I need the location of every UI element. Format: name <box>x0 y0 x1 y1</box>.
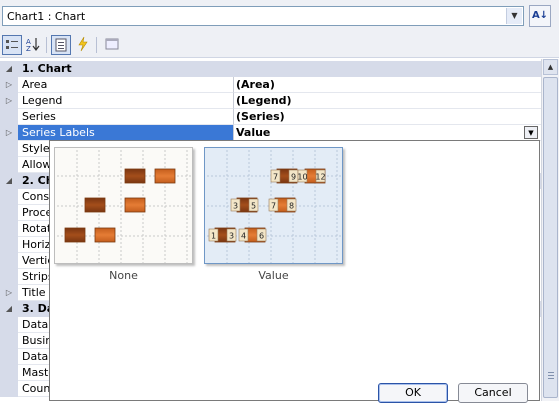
property-row-series[interactable]: Series (Series) <box>0 109 543 125</box>
series-labels-dropdown: 7 9 10 12 3 5 7 8 1 3 4 6 None Value OK Cancel <box>49 140 540 403</box>
events-icon[interactable] <box>73 35 93 55</box>
expand-icon[interactable]: ▷ <box>0 285 18 301</box>
value-label-text: 12 <box>315 173 325 182</box>
collapse-icon[interactable]: ◢ <box>0 61 18 77</box>
row-gutter <box>0 381 18 397</box>
property-row-legend[interactable]: ▷ Legend (Legend) <box>0 93 543 109</box>
categorized-icon[interactable] <box>2 35 22 55</box>
value-label-text: 7 <box>273 173 278 182</box>
preview-bar <box>154 168 176 184</box>
row-gutter <box>0 365 18 381</box>
expand-icon[interactable]: ▷ <box>0 125 18 141</box>
property-row-series-labels[interactable]: ▷ Series Labels Value ▼ <box>0 125 543 141</box>
grip-line <box>548 372 554 373</box>
row-gutter <box>0 221 18 237</box>
value-label-text: 3 <box>229 232 234 241</box>
category-label: 1. Chart <box>22 62 72 75</box>
scroll-thumb[interactable] <box>543 77 558 398</box>
row-gutter <box>0 237 18 253</box>
value-label-text: 3 <box>233 202 238 211</box>
dropdown-arrow-icon[interactable]: ▼ <box>524 126 538 139</box>
svg-text:Z: Z <box>26 45 31 53</box>
category-row[interactable]: ◢ 1. Chart <box>0 61 541 77</box>
row-gutter <box>0 317 18 333</box>
collapse-icon[interactable]: ◢ <box>0 301 18 317</box>
object-selector-combo[interactable]: Chart1 : Chart ▼ <box>2 6 524 26</box>
sort-az-icon[interactable]: A↓ <box>529 5 551 27</box>
property-row-area[interactable]: ▷ Area (Area) <box>0 77 543 93</box>
property-value[interactable]: (Series) <box>234 109 543 125</box>
value-label-text: 6 <box>259 232 264 241</box>
option-none-preview <box>57 150 192 263</box>
properties-icon[interactable] <box>51 35 71 55</box>
preview-bar <box>124 168 146 184</box>
row-gutter <box>0 141 18 157</box>
grip-line <box>548 375 554 376</box>
cancel-button[interactable]: Cancel <box>458 383 528 403</box>
property-name: Legend <box>18 93 234 109</box>
property-name: Series <box>18 109 234 125</box>
option-none-label: None <box>109 269 138 282</box>
option-value-label: Value <box>258 269 289 282</box>
toolbar-separator <box>46 37 47 53</box>
property-value[interactable]: (Area) <box>234 77 543 93</box>
ok-button[interactable]: OK <box>378 383 448 403</box>
chevron-down-icon[interactable]: ▼ <box>506 8 522 24</box>
row-gutter <box>0 205 18 221</box>
expand-icon[interactable]: ▷ <box>0 77 18 93</box>
row-gutter <box>0 333 18 349</box>
property-name: Area <box>18 77 234 93</box>
row-gutter <box>0 189 18 205</box>
option-value-thumbnail[interactable]: 7 9 10 12 3 5 7 8 1 3 4 6 <box>204 147 343 264</box>
value-label-text: 10 <box>297 173 307 182</box>
option-none-thumbnail[interactable] <box>54 147 193 264</box>
preview-bar <box>64 227 86 243</box>
value-label-text: 9 <box>291 173 296 182</box>
expand-icon[interactable]: ▷ <box>0 93 18 109</box>
scroll-up-icon[interactable]: ▲ <box>543 59 558 75</box>
vertical-scrollbar[interactable]: ▲ <box>541 59 559 401</box>
preview-bar <box>124 197 146 213</box>
row-gutter <box>0 157 18 173</box>
row-gutter <box>0 109 18 125</box>
collapse-icon[interactable]: ◢ <box>0 173 18 189</box>
grip-line <box>548 378 554 379</box>
property-pages-icon[interactable] <box>102 35 122 55</box>
object-selector-bar: Chart1 : Chart ▼ A↓ <box>0 0 559 32</box>
option-value-preview: 7 9 10 123 5 7 81 3 4 6 <box>207 150 342 263</box>
preview-bar <box>84 197 106 213</box>
object-selector-value: Chart1 : Chart <box>7 10 86 23</box>
preview-bar <box>94 227 116 243</box>
row-gutter <box>0 253 18 269</box>
row-gutter <box>0 269 18 285</box>
value-label-text: 4 <box>241 232 246 241</box>
value-label-text: 7 <box>271 202 276 211</box>
value-label-text: 5 <box>251 202 256 211</box>
property-name: Series Labels <box>18 125 234 141</box>
alphabetical-icon[interactable]: AZ <box>23 35 43 55</box>
row-gutter <box>0 349 18 365</box>
property-toolbar: AZ <box>0 32 559 58</box>
toolbar-separator <box>96 37 97 53</box>
property-value[interactable]: Value <box>234 125 543 141</box>
value-label-text: 1 <box>211 232 216 241</box>
property-value[interactable]: (Legend) <box>234 93 543 109</box>
value-label-text: 8 <box>289 202 294 211</box>
